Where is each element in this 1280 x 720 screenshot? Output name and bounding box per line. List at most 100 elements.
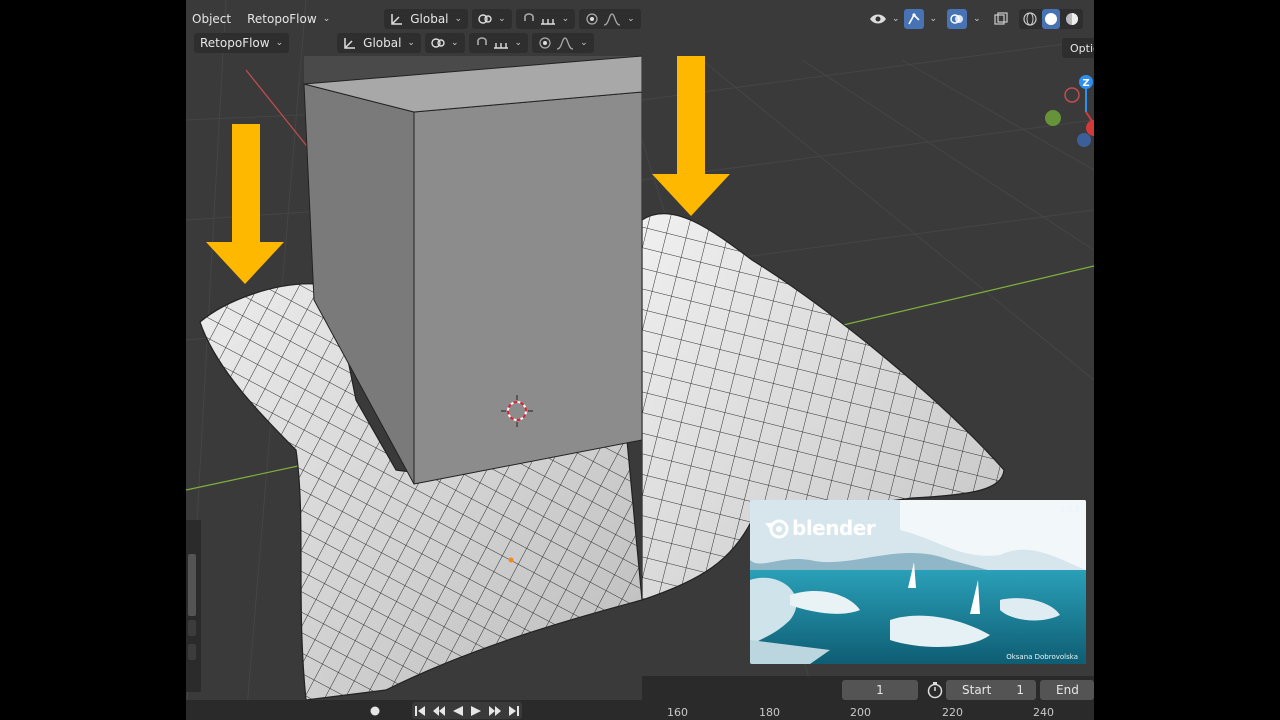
xray-toggle[interactable]	[991, 9, 1011, 29]
down-arrow-annotation	[652, 56, 730, 216]
falloff-curve-icon	[603, 13, 621, 26]
pivot-point-dropdown-secondary[interactable]: ⌄	[424, 33, 465, 53]
chevron-down-icon: ⌄	[929, 14, 938, 24]
snap-toggle-secondary[interactable]: ⌄	[468, 33, 529, 53]
gizmo-neg-z-handle[interactable]	[1077, 133, 1091, 147]
chevron-down-icon: ⌄	[561, 14, 570, 24]
chevron-down-icon: ⌄	[514, 38, 523, 48]
orientation-icon	[391, 14, 403, 25]
current-frame-field[interactable]: 1	[842, 680, 918, 700]
panel-checkbox[interactable]	[188, 620, 196, 636]
snap-magnet-icon	[476, 37, 487, 45]
next-keyframe-icon[interactable]	[488, 705, 502, 717]
gizmo-neg-x-handle[interactable]	[1064, 87, 1080, 103]
transform-orientation-dropdown-secondary[interactable]: Global ⌄	[337, 33, 421, 53]
chevron-down-icon: ⌄	[892, 14, 900, 24]
proportional-edit-icon	[539, 37, 551, 49]
left-header-row1: Object RetopoFlow ⌄ Global ⌄ ⌄ ⌄ ⌄	[186, 8, 641, 30]
timeline-tick: 200	[850, 706, 871, 719]
snap-increment-icon	[540, 19, 555, 25]
proportional-edit-icon	[586, 13, 598, 25]
transport-buttons	[412, 702, 522, 719]
record-icon	[370, 706, 380, 715]
start-frame-field[interactable]: Start 1	[946, 680, 1036, 700]
overlays-toggle[interactable]	[947, 9, 968, 29]
chevron-down-icon: ⌄	[580, 38, 588, 48]
down-arrow-annotation	[206, 124, 284, 284]
solid-sphere-icon	[1044, 13, 1057, 25]
play-reverse-icon[interactable]	[452, 705, 464, 717]
proportional-editing-toggle-secondary[interactable]: ⌄	[532, 33, 594, 53]
right-header: ⌄ ⌄ ⌄	[868, 8, 1083, 30]
chevron-down-icon: ⌄	[973, 14, 981, 24]
timeline-tick: 160	[667, 706, 688, 719]
gizmo-neg-y-handle[interactable]	[1045, 110, 1061, 126]
end-frame-field[interactable]: End	[1040, 680, 1094, 700]
version-label: 3.2.2	[1059, 505, 1080, 514]
snap-magnet-icon	[523, 13, 534, 21]
chevron-down-icon: ⌄	[454, 14, 463, 24]
end-label: End	[1056, 683, 1079, 697]
stopwatch-icon[interactable]	[926, 681, 944, 703]
left-tool-panel[interactable]	[186, 520, 201, 692]
navigation-gizmo[interactable]: Z	[1038, 72, 1094, 152]
blender-wordmark: blender	[792, 516, 876, 540]
chevron-down-icon: ⌄	[627, 14, 635, 24]
chevron-down-icon: ⌄	[322, 14, 331, 24]
blender-splash-screen[interactable]: blender 3.2.2 Oksana Dobrovolska	[750, 500, 1086, 664]
left-scene	[186, 0, 642, 720]
link-icon	[478, 14, 492, 24]
chevron-down-icon: ⌄	[450, 38, 459, 48]
wireframe-sphere-icon	[1023, 12, 1037, 26]
falloff-curve-icon	[556, 37, 574, 50]
left-header-row2: RetopoFlow ⌄ Global ⌄ ⌄ ⌄ ⌄	[194, 32, 594, 54]
object-origin-dot	[508, 557, 514, 563]
xray-icon	[994, 12, 1008, 25]
orientation-icon	[344, 38, 356, 49]
transform-orientation-dropdown[interactable]: Global ⌄	[384, 9, 469, 29]
artwork-credit: Oksana Dobrovolska	[1006, 653, 1078, 661]
retopoflow-menu-secondary[interactable]: RetopoFlow ⌄	[194, 33, 290, 53]
gizmo-toggle[interactable]	[903, 9, 924, 29]
chevron-down-icon: ⌄	[275, 38, 284, 48]
link-icon	[431, 38, 445, 48]
retopoflow-menu[interactable]: RetopoFlow ⌄	[241, 9, 336, 29]
timeline-tick: 240	[1033, 706, 1054, 719]
object-mode-menu[interactable]: Object	[186, 9, 237, 29]
shading-mode-group	[1018, 9, 1083, 29]
panel-checkbox[interactable]	[188, 644, 196, 660]
play-icon[interactable]	[470, 705, 482, 717]
gizmo-icon	[907, 13, 920, 25]
y-axis-line	[821, 265, 1094, 331]
gizmo-z-label: Z	[1082, 78, 1089, 89]
record-button[interactable]	[364, 702, 386, 719]
jump-start-icon[interactable]	[414, 705, 426, 717]
material-shading-button[interactable]	[1063, 9, 1081, 29]
blender-logo: blender	[764, 516, 876, 540]
overlays-icon	[950, 14, 964, 24]
start-value: 1	[1016, 683, 1024, 697]
gizmo-x-handle[interactable]	[1086, 120, 1094, 136]
timeline: 1 Start 1 End 160 180 200 220 240	[642, 676, 1094, 720]
start-label: Start	[962, 683, 992, 697]
timeline-tick: 180	[759, 706, 780, 719]
panel-field[interactable]	[188, 554, 196, 616]
solid-shading-button[interactable]	[1041, 9, 1060, 29]
options-dropdown[interactable]: Optio	[1062, 38, 1094, 58]
eye-icon	[870, 14, 886, 24]
pivot-point-dropdown[interactable]: ⌄	[472, 9, 512, 29]
snap-toggle[interactable]: ⌄	[515, 9, 576, 29]
playback-controls	[186, 700, 642, 720]
snap-increment-icon	[493, 43, 508, 49]
proportional-editing-toggle[interactable]: ⌄	[579, 9, 641, 29]
wireframe-shading-button[interactable]	[1021, 9, 1039, 29]
left-viewport[interactable]: Object RetopoFlow ⌄ Global ⌄ ⌄ ⌄ ⌄ RetopoF…	[186, 0, 642, 720]
blender-logo-icon	[765, 519, 789, 539]
material-sphere-icon	[1065, 13, 1078, 25]
visibility-selectability-button[interactable]	[868, 9, 888, 29]
prev-keyframe-icon[interactable]	[432, 705, 446, 717]
jump-end-icon[interactable]	[508, 705, 520, 717]
chevron-down-icon: ⌄	[498, 14, 506, 24]
timeline-tick: 220	[942, 706, 963, 719]
chevron-down-icon: ⌄	[407, 38, 415, 48]
